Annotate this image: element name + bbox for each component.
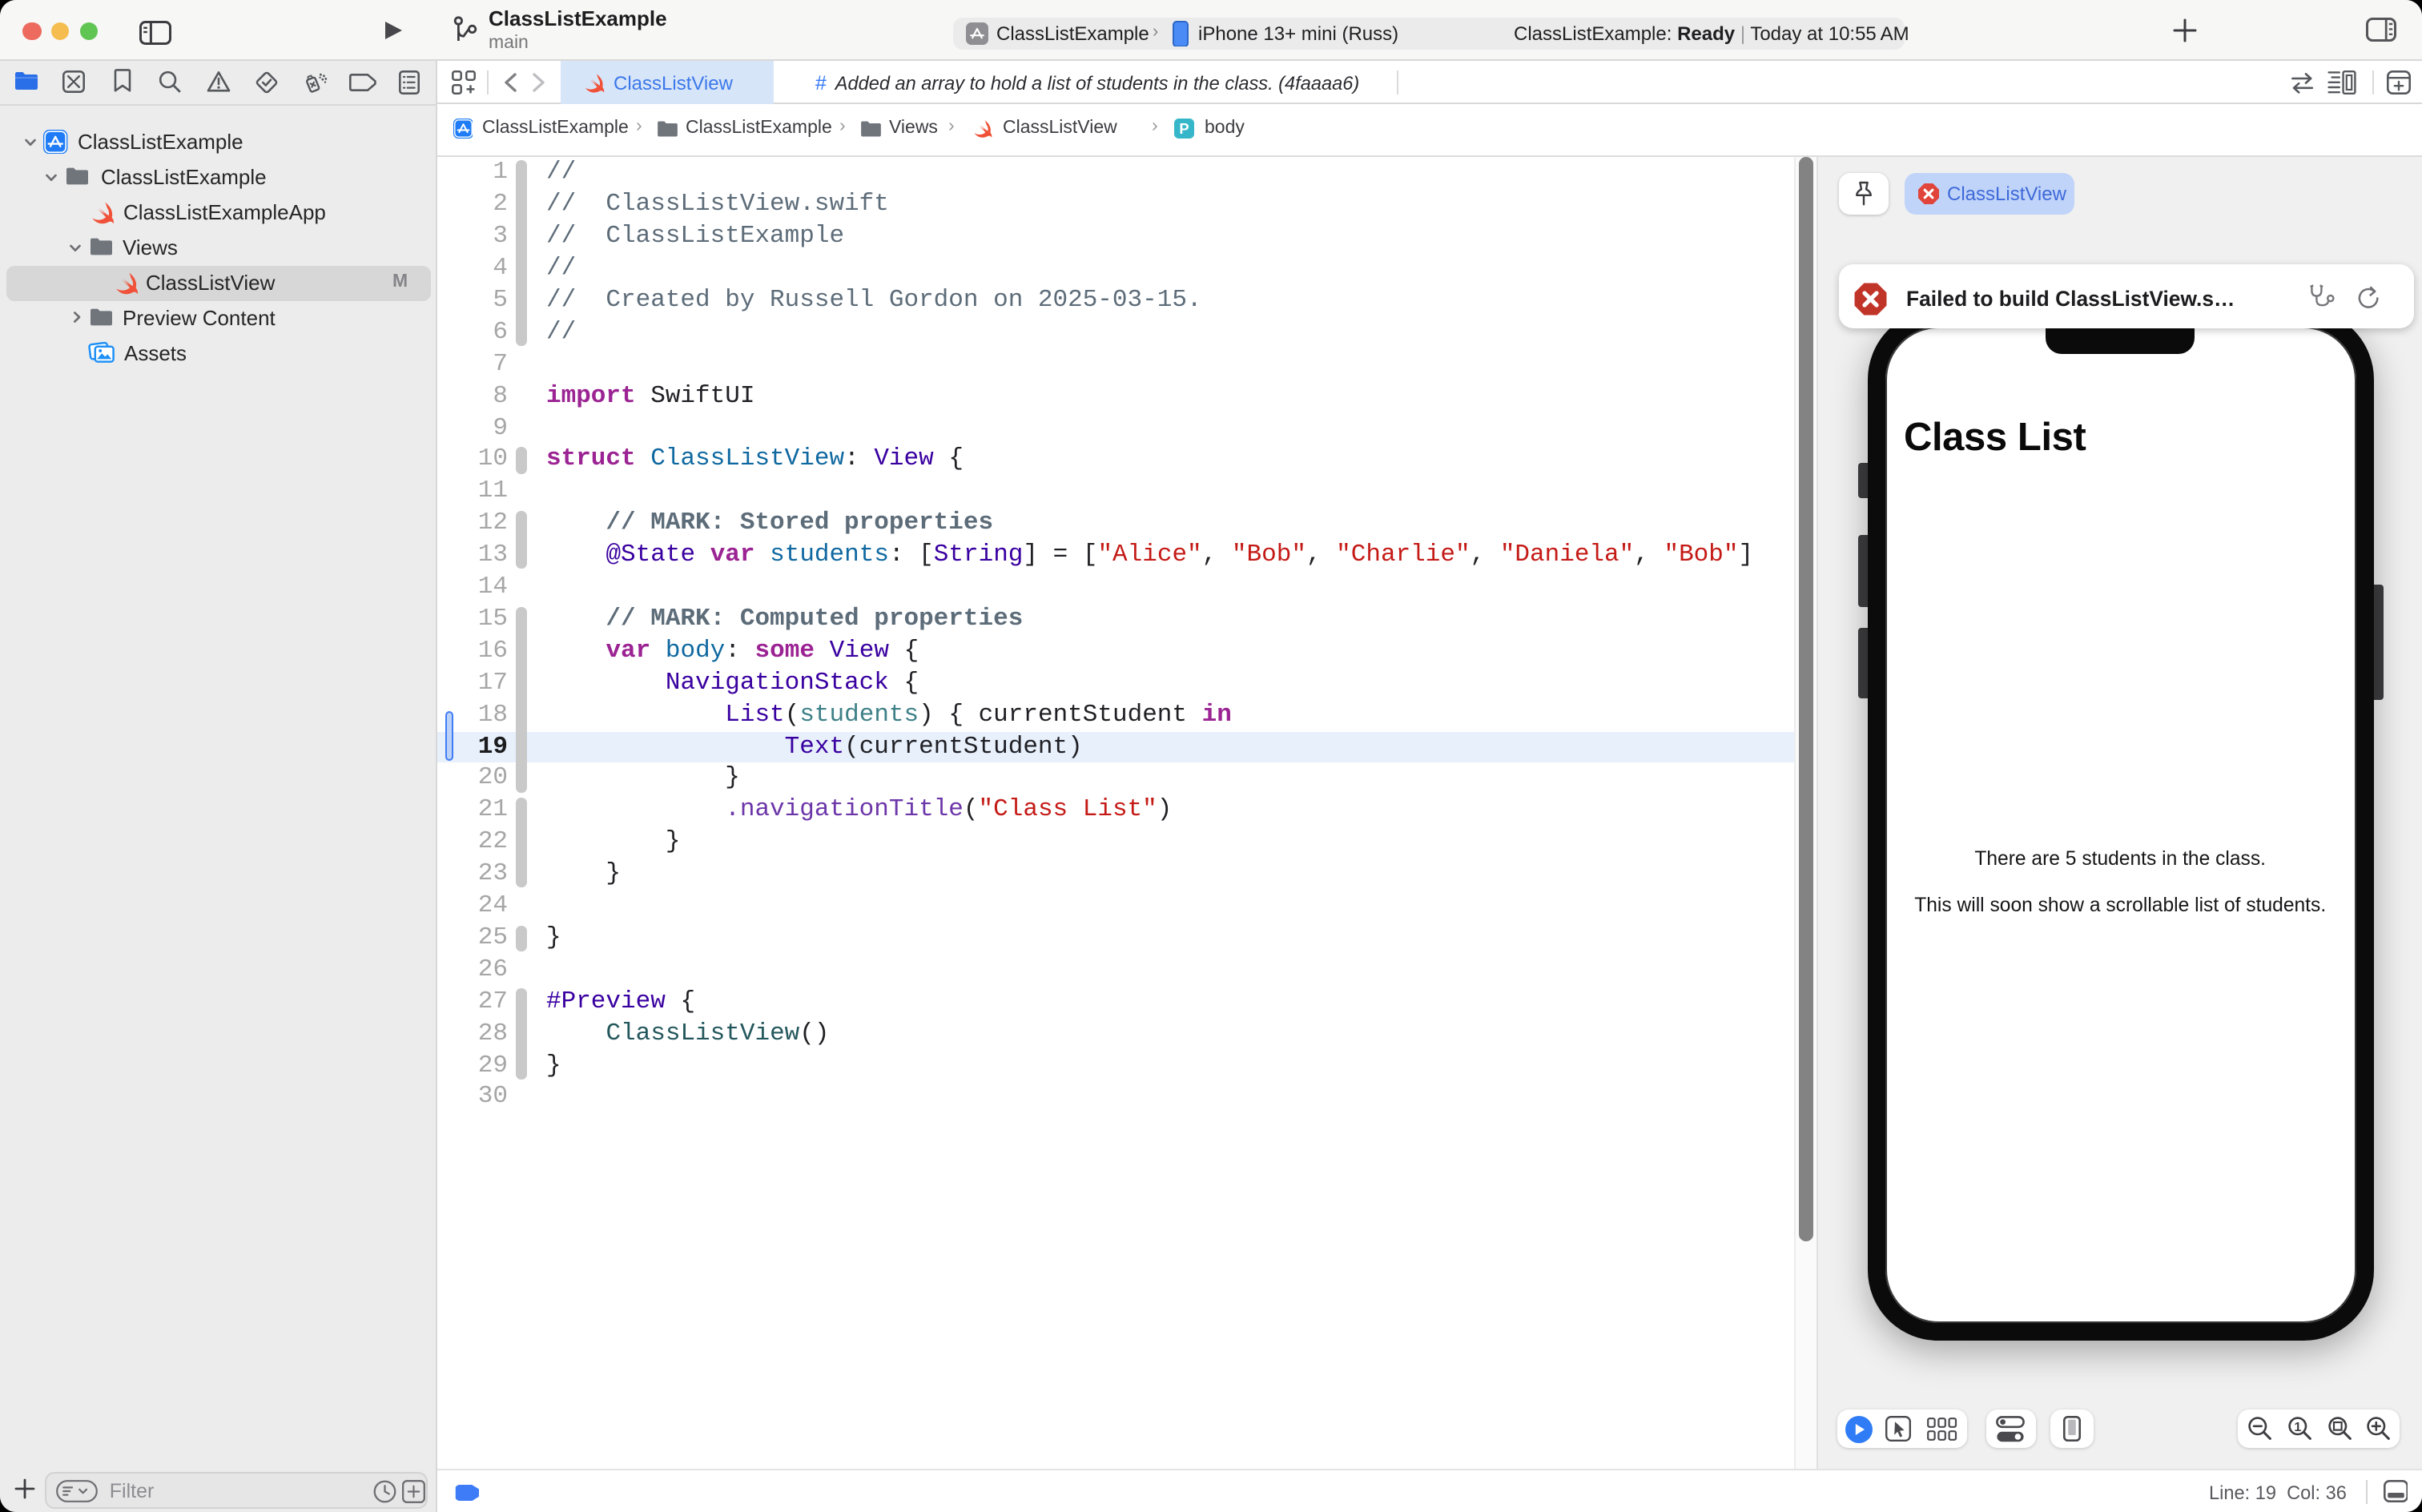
svg-text:1: 1 — [2294, 1421, 2301, 1434]
svg-text:P: P — [1179, 120, 1189, 137]
